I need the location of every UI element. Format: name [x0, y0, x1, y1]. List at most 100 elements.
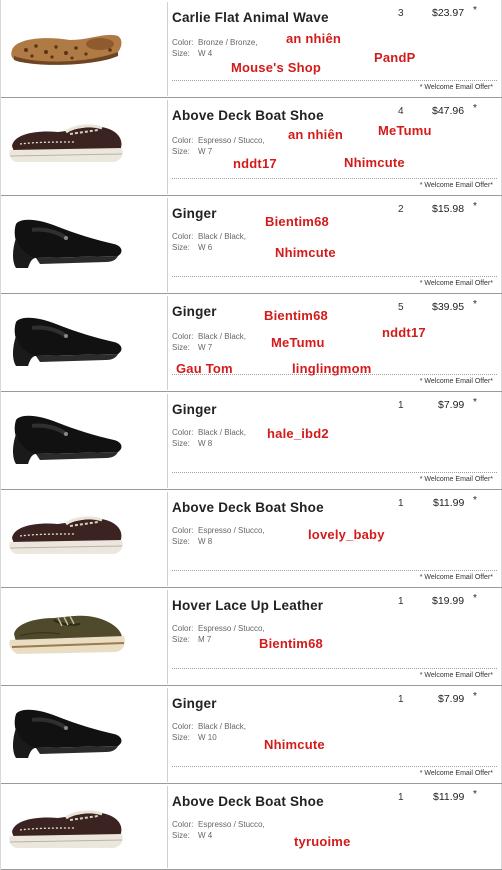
- product-color: Color: Espresso / Stucco,: [172, 136, 265, 145]
- cart-row: Above Deck Boat Shoe Color: Espresso / St…: [1, 784, 502, 870]
- quantity[interactable]: 3: [398, 8, 404, 19]
- divider: [172, 570, 497, 571]
- cart-row: Ginger Color: Black / Black, Size: W 8 1 $…: [1, 392, 502, 490]
- price-asterisk: *: [473, 299, 477, 310]
- product-size: Size: W 7: [172, 343, 213, 352]
- product-name[interactable]: Above Deck Boat Shoe: [172, 794, 324, 809]
- price-asterisk: *: [473, 397, 477, 408]
- welcome-offer-note: * Welcome Email Offer*: [419, 476, 493, 483]
- product-size: Size: W 6: [172, 243, 213, 252]
- divider: [172, 766, 497, 767]
- divider: [172, 472, 497, 473]
- product-size: Size: W 4: [172, 49, 213, 58]
- cart-row: Above Deck Boat Shoe Color: Espresso / St…: [1, 490, 502, 588]
- product-image-mary-jane[interactable]: [3, 296, 168, 390]
- buyer-tag: MeTumu: [271, 335, 325, 350]
- buyer-tag: hale_ibd2: [267, 426, 329, 441]
- buyer-tag: Bientim68: [264, 308, 328, 323]
- welcome-offer-note: * Welcome Email Offer*: [419, 378, 493, 385]
- product-name[interactable]: Above Deck Boat Shoe: [172, 500, 324, 515]
- welcome-offer-note: * Welcome Email Offer*: [419, 770, 493, 777]
- price-asterisk: *: [473, 103, 477, 114]
- cart-row: Ginger Color: Black / Black, Size: W 10 1 …: [1, 686, 502, 784]
- product-size: Size: W 10: [172, 733, 217, 742]
- price-asterisk: *: [473, 691, 477, 702]
- price: $11.99: [433, 791, 465, 803]
- price-asterisk: *: [473, 495, 477, 506]
- product-image-sneaker[interactable]: [3, 590, 168, 684]
- buyer-tag: Gau Tom: [176, 361, 233, 376]
- price: $11.99: [433, 497, 465, 509]
- price-asterisk: *: [473, 5, 477, 16]
- product-name[interactable]: Carlie Flat Animal Wave: [172, 10, 329, 25]
- buyer-tag: MeTumu: [378, 123, 432, 138]
- welcome-offer-note: * Welcome Email Offer*: [419, 182, 493, 189]
- product-color: Color: Black / Black,: [172, 332, 247, 341]
- quantity[interactable]: 1: [398, 694, 404, 705]
- quantity[interactable]: 1: [398, 498, 404, 509]
- buyer-tag: Nhimcute: [275, 245, 336, 260]
- price: $7.99: [438, 399, 465, 411]
- product-image-mary-jane[interactable]: [3, 394, 168, 488]
- price: $47.96: [432, 105, 465, 117]
- cart-row: Ginger Color: Black / Black, Size: W 7 5 $…: [1, 294, 502, 392]
- cart-row: Carlie Flat Animal Wave Color: Bronze / B…: [1, 0, 502, 98]
- divider: [172, 276, 497, 277]
- quantity[interactable]: 1: [398, 792, 404, 803]
- product-size: Size: W 8: [172, 537, 213, 546]
- buyer-tag: nddt17: [382, 325, 426, 340]
- product-image-mary-jane[interactable]: [3, 198, 168, 292]
- product-color: Color: Espresso / Stucco,: [172, 526, 265, 535]
- welcome-offer-note: * Welcome Email Offer*: [419, 280, 493, 287]
- product-color: Color: Espresso / Stucco,: [172, 820, 265, 829]
- product-name[interactable]: Ginger: [172, 304, 217, 319]
- buyer-tag: lovely_baby: [308, 527, 385, 542]
- cart-row: Ginger Color: Black / Black, Size: W 6 2 $…: [1, 196, 502, 294]
- cart-row: Hover Lace Up Leather Color: Espresso / S…: [1, 588, 502, 686]
- product-image-boat-shoe[interactable]: [3, 492, 168, 586]
- price: $7.99: [438, 693, 465, 705]
- buyer-tag: Nhimcute: [344, 155, 405, 170]
- product-name[interactable]: Ginger: [172, 696, 217, 711]
- product-image-mary-jane[interactable]: [3, 688, 168, 782]
- product-size: Size: W 8: [172, 439, 213, 448]
- quantity[interactable]: 5: [398, 302, 404, 313]
- price: $19.99: [432, 595, 465, 607]
- buyer-tag: Bientim68: [259, 636, 323, 651]
- buyer-tag: an nhiên: [288, 127, 344, 142]
- quantity[interactable]: 1: [398, 400, 404, 411]
- product-name[interactable]: Above Deck Boat Shoe: [172, 108, 324, 123]
- cart-item-list: Carlie Flat Animal Wave Color: Bronze / B…: [0, 0, 502, 870]
- welcome-offer-note: * Welcome Email Offer*: [419, 672, 493, 679]
- buyer-tag: Nhimcute: [264, 737, 325, 752]
- divider: [172, 668, 497, 669]
- product-size: Size: W 4: [172, 831, 213, 840]
- buyer-tag: nddt17: [233, 156, 277, 171]
- price: $15.98: [432, 203, 465, 215]
- quantity[interactable]: 4: [398, 106, 404, 117]
- buyer-tag: Mouse's Shop: [231, 60, 321, 75]
- buyer-tag: PandP: [374, 50, 416, 65]
- cart-row: Above Deck Boat Shoe Color: Espresso / St…: [1, 98, 502, 196]
- product-image-boat-shoe[interactable]: [3, 786, 168, 868]
- divider: [172, 80, 497, 81]
- welcome-offer-note: * Welcome Email Offer*: [419, 84, 493, 91]
- price: $39.95: [432, 301, 465, 313]
- quantity[interactable]: 1: [398, 596, 404, 607]
- product-color: Color: Black / Black,: [172, 232, 247, 241]
- price: $23.97: [432, 7, 465, 19]
- product-name[interactable]: Ginger: [172, 206, 217, 221]
- product-image-boat-shoe[interactable]: [3, 100, 168, 194]
- quantity[interactable]: 2: [398, 204, 404, 215]
- product-image-leopard-flat[interactable]: [3, 2, 168, 96]
- price-asterisk: *: [473, 201, 477, 212]
- buyer-tag: tyruoime: [294, 834, 351, 849]
- product-name[interactable]: Hover Lace Up Leather: [172, 598, 323, 613]
- divider: [172, 178, 497, 179]
- product-color: Color: Black / Black,: [172, 722, 247, 731]
- product-size: Size: M 7: [172, 635, 212, 644]
- product-name[interactable]: Ginger: [172, 402, 217, 417]
- buyer-tag: linglingmom: [292, 361, 372, 376]
- product-color: Color: Black / Black,: [172, 428, 247, 437]
- product-size: Size: W 7: [172, 147, 213, 156]
